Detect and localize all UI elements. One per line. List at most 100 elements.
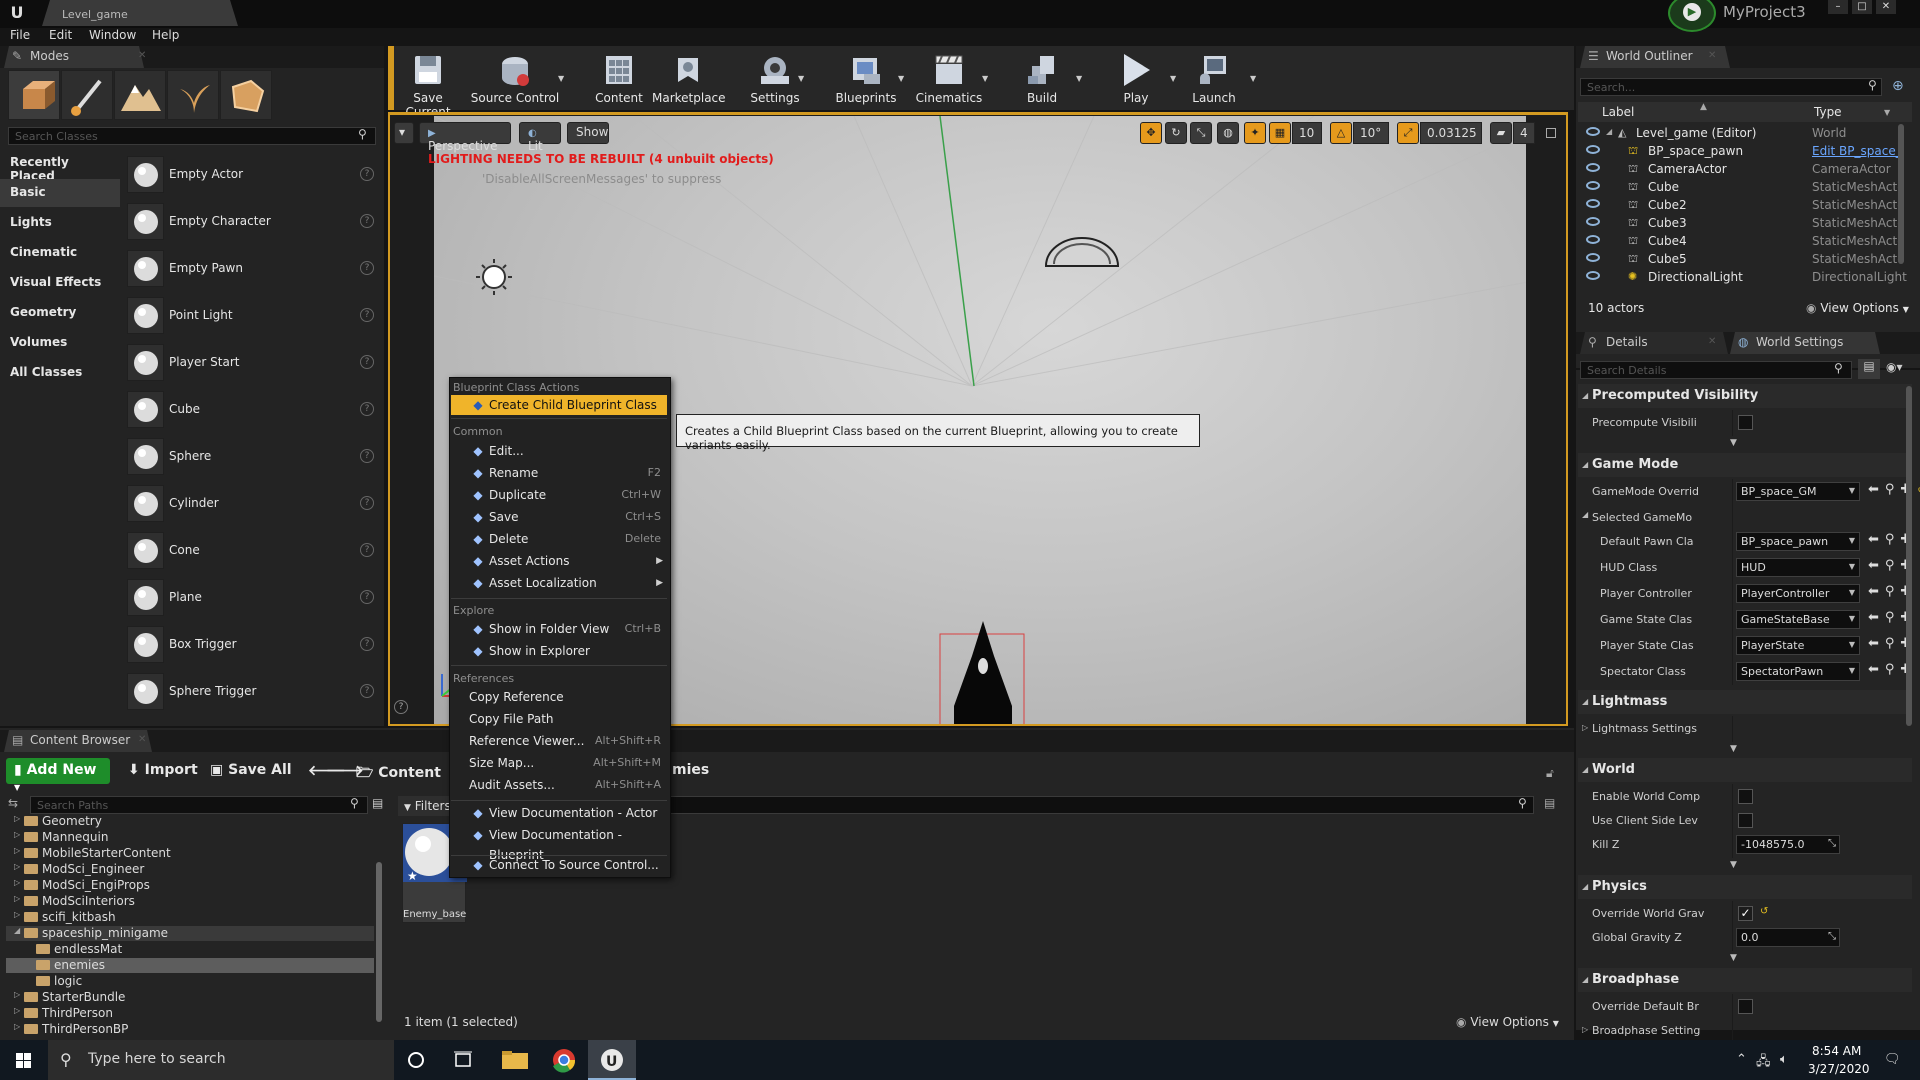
save-all-button[interactable]: ▣ Save All: [202, 758, 300, 784]
category-lights[interactable]: Lights: [0, 209, 120, 237]
settings-dropdown-icon[interactable]: ▼: [798, 74, 804, 83]
section-world[interactable]: ◢ World: [1578, 758, 1912, 782]
tree-folder-modsci_engineer[interactable]: ▷ ModSci_Engineer: [6, 862, 374, 877]
expand-icon[interactable]: ▷: [14, 862, 20, 871]
expand-icon[interactable]: ▷: [14, 846, 20, 855]
expand-icon[interactable]: ▷: [14, 1022, 20, 1031]
category-all-classes[interactable]: All Classes: [0, 359, 120, 387]
outliner-row[interactable]: ⛫ BP_space_pawn Edit BP_space_: [1576, 143, 1912, 161]
save-current-button[interactable]: Save Current: [392, 46, 464, 119]
menu-copy-reference[interactable]: Copy Reference: [451, 687, 667, 707]
category-cinematic[interactable]: Cinematic: [0, 239, 120, 267]
start-button[interactable]: [0, 1040, 48, 1080]
grid-snap-icon[interactable]: ▦: [1269, 122, 1291, 144]
cinematics-dropdown-icon[interactable]: ▼: [982, 74, 988, 83]
tree-folder-thirdpersonbp[interactable]: ▷ ThirdPersonBP: [6, 1022, 374, 1037]
build-button[interactable]: Build: [1012, 46, 1072, 110]
menu-file[interactable]: File: [10, 28, 30, 42]
visibility-eye-icon[interactable]: [1586, 271, 1600, 280]
cortana-button[interactable]: [396, 1040, 444, 1080]
path-current-button[interactable]: mies: [664, 758, 717, 784]
actor-item-empty-pawn[interactable]: Empty Pawn?: [124, 246, 378, 293]
close-tab-icon[interactable]: ✕: [1708, 336, 1716, 347]
lit-button[interactable]: ◐ Lit: [519, 122, 561, 153]
advanced-expander-icon[interactable]: ▼: [1730, 744, 1737, 754]
sources-toggle-icon[interactable]: ⇆: [8, 796, 18, 810]
rotate-icon[interactable]: ↻: [1165, 122, 1187, 144]
rotation-snap-value[interactable]: 10°: [1353, 122, 1389, 144]
clock-time[interactable]: 8:54 AM: [1812, 1044, 1861, 1058]
search-paths-input[interactable]: Search Paths: [30, 796, 368, 814]
kill-z-input[interactable]: -1048575.0: [1736, 835, 1840, 854]
tree-folder-scifi_kitbash[interactable]: ▷ scifi_kitbash: [6, 910, 374, 925]
visibility-eye-icon[interactable]: [1586, 127, 1600, 136]
outliner-search-input[interactable]: Search...: [1580, 78, 1882, 96]
chevron-up-icon[interactable]: ⌃: [1736, 1052, 1747, 1067]
details-scrollbar[interactable]: [1906, 386, 1912, 726]
category-visual-effects[interactable]: Visual Effects: [0, 269, 120, 297]
actor-item-plane[interactable]: Plane?: [124, 575, 378, 622]
visibility-eye-icon[interactable]: [1586, 199, 1600, 208]
viewport-options-button[interactable]: ▾: [394, 122, 414, 144]
view-options-eye-icon[interactable]: ◉▾: [1886, 360, 1903, 374]
actor-item-cube[interactable]: Cube?: [124, 387, 378, 434]
asset-search-input[interactable]: [664, 796, 1534, 814]
help-icon[interactable]: ?: [360, 543, 374, 557]
launch-dropdown-icon[interactable]: ▼: [1250, 74, 1256, 83]
expand-icon[interactable]: ▷: [14, 894, 20, 903]
column-type[interactable]: Type: [1814, 105, 1842, 119]
level-tab[interactable]: Level_game: [42, 0, 238, 26]
gamemode-override-select[interactable]: BP_space_GM: [1736, 482, 1860, 501]
scale-snap-icon[interactable]: ⤢: [1397, 122, 1419, 144]
tree-folder-thirdperson[interactable]: ▷ ThirdPerson: [6, 1006, 374, 1021]
add-new-button[interactable]: ▮ Add New ▼: [6, 758, 110, 792]
lightmass-settings-row[interactable]: ▷ Lightmass Settings: [1578, 716, 1912, 742]
clock-date[interactable]: 3/27/2020: [1808, 1062, 1870, 1076]
lock-icon[interactable]: 🔓︎: [1546, 766, 1554, 781]
tree-folder-endlessmat[interactable]: endlessMat: [6, 942, 374, 957]
landscape-mode-icon[interactable]: [114, 70, 166, 120]
save-search-icon[interactable]: ▤: [1544, 796, 1555, 810]
gamemode-class-select[interactable]: BP_space_pawn: [1736, 532, 1860, 551]
section-precomputed-visibility[interactable]: ◢ Precomputed Visibility: [1578, 384, 1912, 408]
menu-view-documentation-actor[interactable]: ◆ View Documentation - Actor: [451, 803, 667, 823]
outliner-row[interactable]: ⛫ Cube4 StaticMeshActo: [1576, 233, 1912, 251]
precompute-visibility-checkbox[interactable]: [1738, 415, 1753, 430]
property-matrix-icon[interactable]: ▤: [1858, 359, 1880, 379]
help-icon[interactable]: ?: [360, 637, 374, 651]
viewport-help-icon[interactable]: ?: [394, 700, 408, 714]
section-lightmass[interactable]: ◢ Lightmass: [1578, 690, 1912, 714]
enable-world-composition-checkbox[interactable]: [1738, 789, 1753, 804]
outliner-scrollbar[interactable]: [1898, 124, 1904, 264]
tree-folder-mannequin[interactable]: ▷ Mannequin: [6, 830, 374, 845]
global-gravity-input[interactable]: 0.0: [1736, 928, 1840, 947]
surface-snap-icon[interactable]: ✦: [1244, 122, 1266, 144]
spin-icon[interactable]: ⤡: [1828, 838, 1836, 849]
visibility-eye-icon[interactable]: [1586, 253, 1600, 262]
category-basic[interactable]: Basic: [0, 179, 120, 207]
outliner-view-options[interactable]: ◉ View Options ▼: [1806, 301, 1909, 315]
grid-snap-value[interactable]: 10: [1292, 122, 1322, 144]
broadphase-settings-row[interactable]: ▷ Broadphase Setting: [1578, 1018, 1912, 1044]
category-volumes[interactable]: Volumes: [0, 329, 120, 357]
menu-rename[interactable]: ◆ Rename F2: [451, 463, 667, 483]
close-tab-icon[interactable]: ✕: [138, 734, 146, 745]
expand-icon[interactable]: ▷: [14, 1006, 20, 1015]
actor-item-empty-actor[interactable]: Empty Actor?: [124, 152, 378, 199]
source-control-dropdown-icon[interactable]: ▼: [558, 74, 564, 83]
menu-connect-to-source-control[interactable]: ◆ Connect To Source Control...: [451, 855, 667, 875]
scale-snap-value[interactable]: 0.03125: [1420, 122, 1482, 144]
taskbar-search[interactable]: Type here to search: [48, 1040, 394, 1080]
override-world-gravity-checkbox[interactable]: ✓: [1738, 906, 1753, 921]
outliner-row[interactable]: ✺ DirectionalLight DirectionalLight: [1576, 269, 1912, 287]
menu-size-map[interactable]: Size Map... Alt+Shift+M: [451, 753, 667, 773]
actor-item-box-trigger[interactable]: Box Trigger?: [124, 622, 378, 669]
edit-blueprint-link[interactable]: Edit BP_space_: [1812, 144, 1902, 158]
blueprints-dropdown-icon[interactable]: ▼: [898, 74, 904, 83]
actor-item-empty-character[interactable]: Empty Character?: [124, 199, 378, 246]
rotation-snap-icon[interactable]: △: [1330, 122, 1352, 144]
menu-save[interactable]: ◆ Save Ctrl+S: [451, 507, 667, 527]
notification-icon[interactable]: 🗨︎: [1884, 1052, 1901, 1067]
use-client-side-checkbox[interactable]: [1738, 813, 1753, 828]
gamemode-class-select[interactable]: GameStateBase: [1736, 610, 1860, 629]
